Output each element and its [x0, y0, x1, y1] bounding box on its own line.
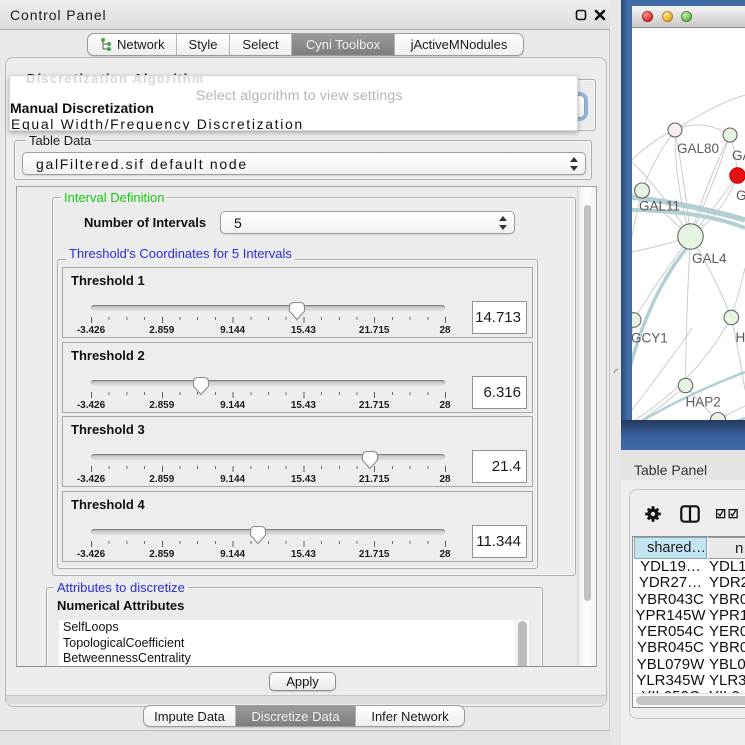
- svg-text:GAL2: GAL2: [732, 148, 745, 163]
- svg-text:GCY1: GCY1: [632, 331, 668, 346]
- svg-text:HIS7: HIS7: [736, 330, 745, 345]
- svg-text:HAP2: HAP2: [686, 395, 721, 410]
- svg-text:GAL4: GAL4: [692, 251, 727, 266]
- svg-text:GAL11: GAL11: [639, 199, 680, 214]
- svg-text:GAL80: GAL80: [677, 141, 719, 156]
- svg-text:G: G: [736, 188, 745, 203]
